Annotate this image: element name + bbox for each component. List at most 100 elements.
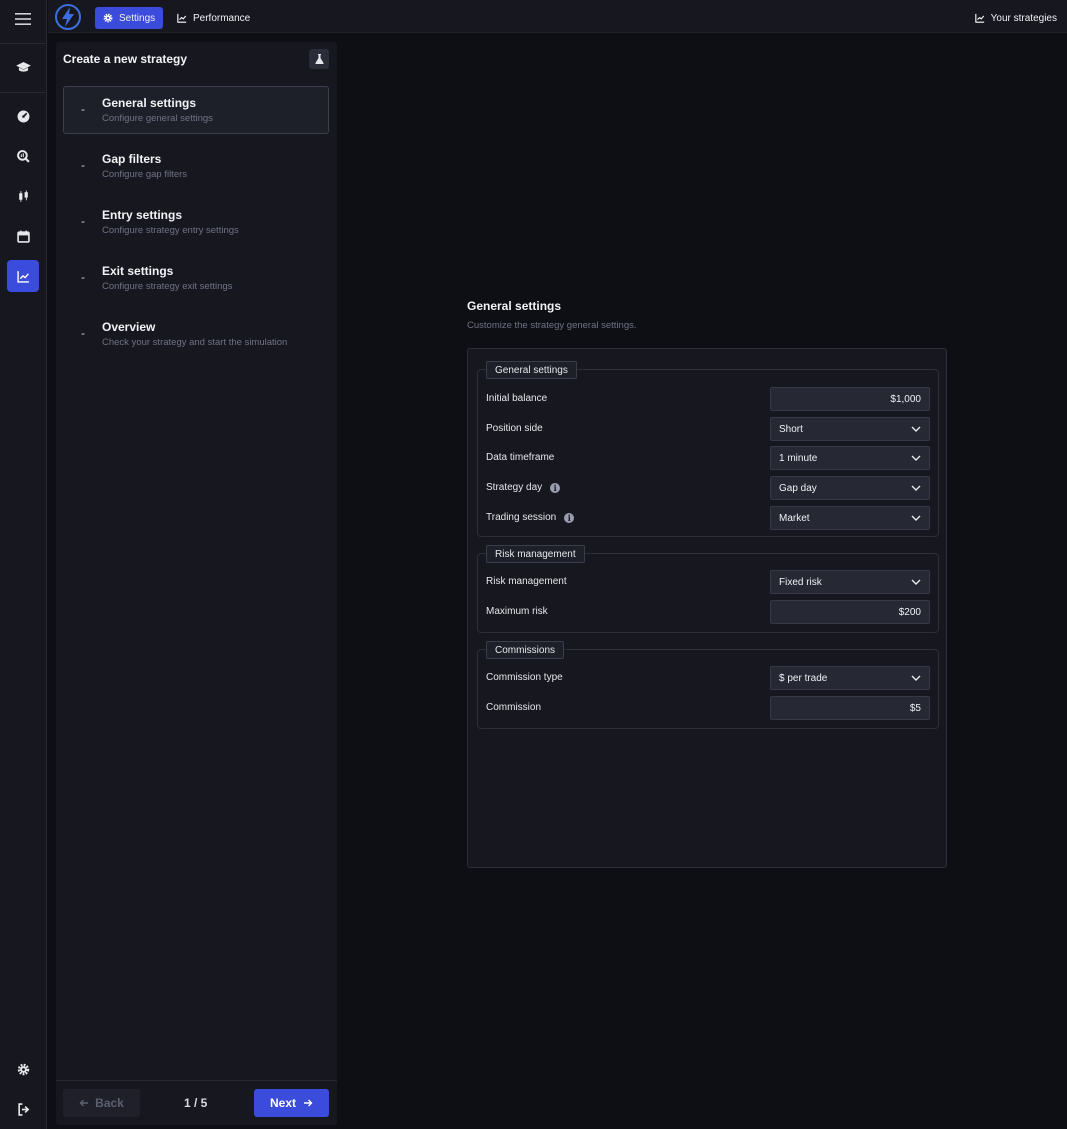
page-indicator: 1 / 5: [184, 1096, 208, 1110]
label-text: Initial balance: [486, 393, 548, 404]
sidebar-rail: [0, 0, 47, 1129]
chevron-down-icon: [911, 675, 921, 681]
field-label: Position side: [486, 423, 543, 434]
info-icon[interactable]: i: [550, 482, 561, 493]
wizard-footer: Back 1 / 5 Next: [56, 1080, 337, 1125]
field-label: Data timeframe: [486, 452, 554, 463]
tab-performance[interactable]: Performance: [169, 7, 258, 29]
page-title: General settings: [467, 299, 562, 313]
commissions-group: Commissions Commission type $ per trade …: [477, 641, 939, 729]
flask-icon: [314, 54, 324, 64]
chart-line-icon[interactable]: [7, 260, 39, 292]
step-overview[interactable]: - Overview Check your strategy and start…: [63, 310, 329, 358]
field-value: Market: [779, 512, 810, 524]
step-title: Entry settings: [102, 208, 183, 222]
label-text: Commission: [486, 702, 542, 713]
step-subtitle: Configure strategy entry settings: [102, 225, 239, 236]
next-label: Next: [269, 1096, 296, 1110]
label-text: Maximum risk: [486, 606, 548, 617]
risk-management-group: Risk management Risk management Fixed ri…: [477, 545, 939, 633]
position-side-select[interactable]: Short: [770, 417, 930, 441]
initial-balance-row: Initial balance $1,000: [478, 387, 938, 411]
step-dash: -: [81, 102, 85, 116]
field-label: Strategy day i: [486, 482, 561, 493]
field-value: Gap day: [779, 482, 817, 494]
commission-row: Commission $5: [478, 696, 938, 720]
arrow-left-icon: [79, 1099, 89, 1107]
chevron-down-icon: [911, 579, 921, 585]
label-text: Position side: [486, 423, 543, 434]
commission-type-row: Commission type $ per trade: [478, 666, 938, 690]
maximum-risk-input[interactable]: $200: [770, 600, 930, 624]
gear-icon[interactable]: [7, 1053, 39, 1085]
step-dash: -: [81, 326, 85, 340]
step-dash: -: [81, 158, 85, 172]
field-label: Initial balance: [486, 393, 547, 404]
rail-divider: [0, 43, 47, 44]
dashboard-icon[interactable]: [7, 100, 39, 132]
group-legend: Commissions: [486, 641, 565, 659]
label-text: Trading session: [486, 512, 557, 523]
step-gap-filters[interactable]: - Gap filters Configure gap filters: [63, 142, 329, 190]
commission-type-select[interactable]: $ per trade: [770, 666, 930, 690]
menu-icon[interactable]: [7, 3, 39, 35]
field-label: Maximum risk: [486, 606, 548, 617]
group-legend: Risk management: [486, 545, 585, 563]
gear-icon: [103, 13, 113, 23]
group-legend: General settings: [486, 361, 577, 379]
tab-settings[interactable]: Settings: [95, 7, 164, 29]
next-button[interactable]: Next: [254, 1089, 329, 1117]
commission-input[interactable]: $5: [770, 696, 930, 720]
step-entry-settings[interactable]: - Entry settings Configure strategy entr…: [63, 198, 329, 246]
field-label: Commission type: [486, 672, 563, 683]
step-dash: -: [81, 214, 85, 228]
logout-icon[interactable]: [7, 1093, 39, 1125]
field-label: Trading session i: [486, 512, 575, 523]
info-icon[interactable]: i: [564, 512, 575, 523]
chevron-down-icon: [911, 455, 921, 461]
step-title: Gap filters: [102, 152, 162, 166]
strategy-day-select[interactable]: Gap day: [770, 476, 930, 500]
chart-line-icon: [177, 13, 187, 23]
step-exit-settings[interactable]: - Exit settings Configure strategy exit …: [63, 254, 329, 302]
search-chart-icon[interactable]: [7, 140, 39, 172]
tab-label: Performance: [193, 12, 251, 24]
field-value: $ per trade: [779, 672, 828, 684]
step-subtitle: Configure general settings: [102, 113, 213, 124]
step-subtitle: Configure strategy exit settings: [102, 281, 233, 292]
your-strategies-label: Your strategies: [990, 12, 1057, 24]
back-label: Back: [95, 1096, 124, 1110]
trading-session-select[interactable]: Market: [770, 506, 930, 530]
back-button[interactable]: Back: [63, 1089, 140, 1117]
label-text: Commission type: [486, 672, 563, 683]
label-text: Risk management: [486, 576, 567, 587]
risk-management-select[interactable]: Fixed risk: [770, 570, 930, 594]
candlestick-icon[interactable]: [7, 180, 39, 212]
rail-divider: [0, 92, 47, 93]
field-label: Commission: [486, 702, 541, 713]
initial-balance-input[interactable]: $1,000: [770, 387, 930, 411]
field-value: $5: [909, 702, 921, 714]
step-general-settings[interactable]: - General settings Configure general set…: [63, 86, 329, 134]
step-title: General settings: [102, 96, 197, 110]
step-dash: -: [81, 270, 85, 284]
calendar-icon[interactable]: [7, 220, 39, 252]
strategy-day-row: Strategy day i Gap day: [478, 476, 938, 500]
label-text: Strategy day: [486, 482, 543, 493]
maximum-risk-row: Maximum risk $200: [478, 600, 938, 624]
chevron-down-icon: [911, 426, 921, 432]
graduation-cap-icon[interactable]: [7, 51, 39, 83]
step-title: Exit settings: [102, 264, 174, 278]
label-text: Data timeframe: [486, 452, 555, 463]
data-timeframe-select[interactable]: 1 minute: [770, 446, 930, 470]
tab-label: Settings: [119, 12, 156, 24]
flask-button[interactable]: [309, 49, 329, 69]
your-strategies-link[interactable]: Your strategies: [967, 7, 1065, 29]
field-value: Short: [779, 423, 803, 435]
lightning-logo-icon[interactable]: [54, 3, 82, 31]
top-bar: Settings Performance Your strategies: [48, 0, 1067, 33]
chevron-down-icon: [911, 515, 921, 521]
step-subtitle: Check your strategy and start the simula…: [102, 337, 288, 348]
position-side-row: Position side Short: [478, 417, 938, 441]
field-label: Risk management: [486, 576, 567, 587]
